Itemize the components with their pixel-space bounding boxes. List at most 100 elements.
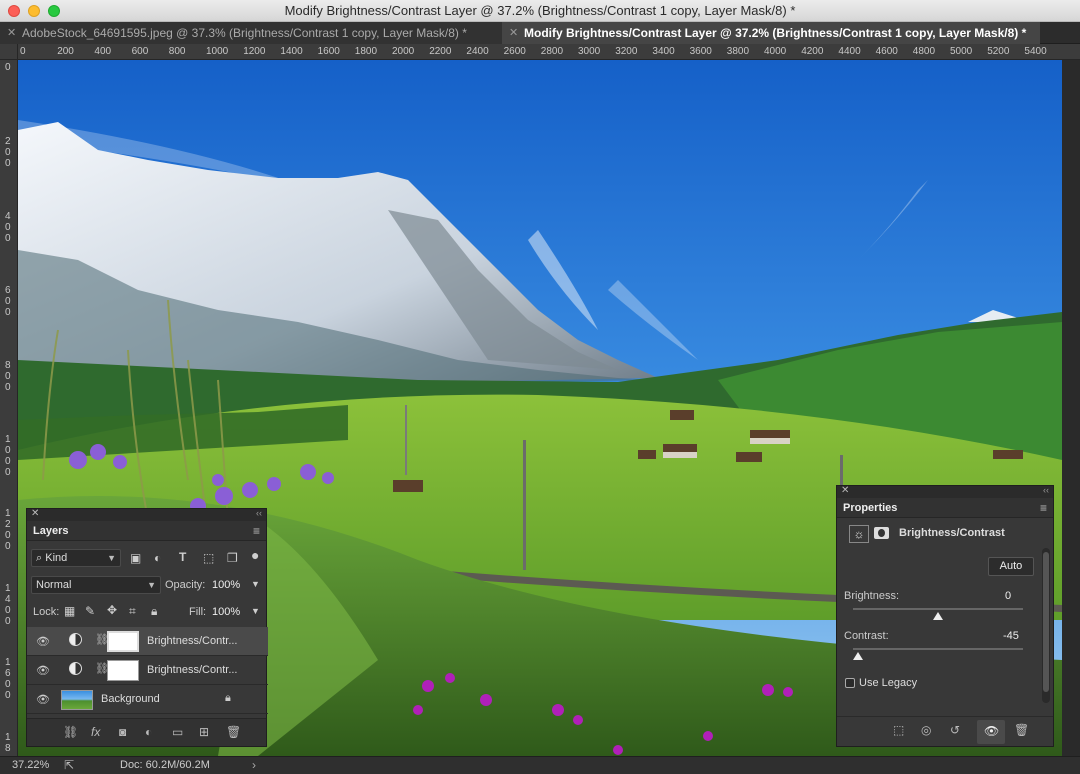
fill-chevron-icon[interactable]: ▼ — [251, 606, 260, 616]
collapse-panel-icon[interactable]: ‹‹ — [1043, 485, 1049, 495]
type-filter-icon[interactable]: T — [179, 550, 186, 564]
lock-transparent-icon[interactable]: ▦ — [64, 604, 75, 618]
adjustment-name: Brightness/Contrast — [899, 527, 1005, 539]
new-adjustment-icon[interactable]: ◐ — [145, 725, 152, 739]
panel-title: Layers — [33, 525, 69, 537]
layer-name[interactable]: Brightness/Contr... — [147, 664, 238, 676]
tab-close-icon[interactable]: ✕ — [7, 22, 16, 44]
export-icon[interactable]: ⇱ — [64, 758, 74, 772]
brightness-slider-handle[interactable] — [933, 612, 943, 620]
brightness-sun-icon[interactable]: ☼ — [849, 525, 869, 543]
adjustment-filter-icon[interactable]: ◐ — [154, 551, 161, 565]
horizontal-ruler[interactable]: 0 200 400 600 800 1000 1200 1400 1600 1800 2000 220… — [18, 44, 1080, 60]
view-previous-state-icon[interactable]: ◎ — [921, 723, 931, 737]
panel-menu-icon[interactable]: ≡ — [253, 524, 260, 538]
shape-filter-icon[interactable]: ⬚ — [203, 551, 214, 565]
ruler-tick-label: 6 — [5, 668, 11, 680]
visibility-eye-icon: 👁︎ — [984, 724, 1000, 738]
ruler-tick-label: 0 — [5, 679, 11, 691]
background-thumbnail[interactable] — [61, 690, 93, 710]
ruler-tick-label: 1200 — [243, 46, 266, 57]
ruler-tick-label: 4000 — [764, 46, 787, 57]
ruler-tick-label: 0 — [5, 232, 11, 244]
ruler-tick-label: 2200 — [429, 46, 452, 57]
ruler-tick-label: 0 — [5, 147, 11, 159]
document-size: Doc: 60.2M/60.2M — [120, 759, 210, 771]
visibility-eye-icon[interactable]: 👁︎ — [36, 635, 50, 648]
new-group-icon[interactable]: ▭ — [172, 725, 183, 739]
layer-mask-thumbnail[interactable] — [107, 660, 139, 681]
layer-mask-thumbnail[interactable] — [107, 631, 139, 652]
panel-title: Properties — [843, 502, 898, 514]
close-panel-icon[interactable]: ✕ — [31, 508, 39, 519]
brightness-value[interactable]: 0 — [1005, 590, 1011, 602]
ruler-tick-label: 0 — [5, 541, 11, 553]
use-legacy-checkbox[interactable] — [845, 678, 855, 688]
contrast-slider[interactable] — [853, 648, 1023, 650]
tab-modify-brightness[interactable]: ✕ Modify Brightness/Contrast Layer @ 37.… — [502, 22, 1040, 44]
add-mask-icon[interactable]: ◙ — [119, 725, 126, 739]
new-layer-icon[interactable]: ⊞ — [199, 725, 209, 739]
ruler-tick-label: 0 — [5, 467, 11, 478]
layer-name[interactable]: Brightness/Contr... — [147, 635, 238, 647]
use-legacy-label: Use Legacy — [859, 677, 918, 689]
ruler-tick-label: 0 — [5, 615, 11, 627]
toggle-visibility-button[interactable]: 👁︎ — [977, 720, 1005, 744]
reset-icon[interactable]: ↺ — [950, 723, 960, 737]
ruler-tick-label: 0 — [5, 221, 11, 233]
blend-mode-select[interactable]: Normal ▼ — [31, 576, 161, 594]
lock-all-icon[interactable]: 🔒︎ — [151, 604, 157, 619]
chevron-down-icon: ▼ — [147, 580, 156, 590]
close-panel-icon[interactable]: ✕ — [841, 485, 849, 496]
filter-toggle-icon[interactable]: ● — [251, 547, 259, 563]
ruler-corner[interactable] — [0, 44, 18, 60]
ruler-tick-label: 600 — [131, 46, 149, 57]
opacity-value[interactable]: 100% — [212, 579, 240, 591]
mask-icon[interactable] — [874, 527, 889, 539]
blend-mode-value: Normal — [36, 579, 72, 591]
properties-scrollbar[interactable] — [1042, 548, 1050, 703]
tab-close-icon[interactable]: ✕ — [509, 22, 518, 44]
layer-style-button[interactable]: fx — [91, 725, 100, 739]
layer-filter-select[interactable]: ⌕ Kind ▼ — [31, 549, 121, 567]
auto-button[interactable]: Auto — [988, 557, 1034, 576]
opacity-chevron-icon[interactable]: ▼ — [251, 579, 260, 589]
tab-label: AdobeStock_64691595.jpeg @ 37.3% (Bright… — [22, 26, 467, 40]
contrast-slider-handle[interactable] — [853, 652, 864, 660]
chevron-right-icon[interactable]: › — [252, 758, 256, 772]
lock-position-icon[interactable]: ✥ — [107, 603, 117, 617]
ruler-tick-label: 4400 — [838, 46, 861, 57]
panel-strip: ✕ ‹‹ — [27, 508, 266, 521]
tab-adobestock[interactable]: ✕ AdobeStock_64691595.jpeg @ 37.3% (Brig… — [0, 22, 502, 44]
layer-row[interactable]: 👁︎ ⛓︎ Brightness/Contr... — [27, 627, 268, 656]
ruler-tick-label: 0 — [5, 530, 11, 542]
vertical-ruler[interactable]: 0200400600800100012001400160018 — [0, 60, 18, 756]
link-layers-icon[interactable]: ⛓︎ — [63, 725, 78, 739]
ruler-tick-label: 0 — [20, 46, 26, 57]
image-filter-icon[interactable]: ▣ — [130, 551, 141, 565]
layers-panel-footer: ⛓︎ fx ◙ ◐ ▭ ⊞ 🗑︎ — [27, 718, 266, 746]
clip-to-layer-icon[interactable]: ⬚ — [893, 723, 904, 737]
ruler-tick-label: 5200 — [987, 46, 1010, 57]
ruler-tick-label: 4 — [5, 210, 11, 222]
trash-icon[interactable]: 🗑︎ — [1014, 723, 1029, 737]
layer-row[interactable]: 👁︎ ⛓︎ Brightness/Contr... — [27, 656, 268, 685]
trash-icon[interactable]: 🗑︎ — [226, 725, 241, 739]
brightness-slider[interactable] — [853, 608, 1023, 610]
visibility-eye-icon[interactable]: 👁︎ — [36, 664, 50, 677]
ruler-tick-label: 2600 — [503, 46, 526, 57]
ruler-tick-label: 0 — [5, 62, 11, 73]
panel-menu-icon[interactable]: ≡ — [1040, 501, 1047, 515]
smart-object-filter-icon[interactable]: ❐ — [227, 551, 238, 565]
fill-value[interactable]: 100% — [212, 606, 240, 618]
properties-panel-header: Properties ≡ — [837, 498, 1053, 518]
contrast-value[interactable]: -45 — [1003, 630, 1019, 642]
layer-name[interactable]: Background — [101, 693, 160, 705]
layer-row[interactable]: 👁︎ Background 🔒︎ — [27, 685, 268, 714]
collapse-panel-icon[interactable]: ‹‹ — [256, 508, 262, 518]
ruler-tick-label: 0 — [5, 381, 11, 393]
zoom-level[interactable]: 37.22% — [12, 759, 49, 771]
lock-artboard-icon[interactable]: ⌗ — [129, 604, 136, 619]
lock-brush-icon[interactable]: ✎ — [85, 604, 95, 618]
visibility-eye-icon[interactable]: 👁︎ — [36, 693, 50, 706]
